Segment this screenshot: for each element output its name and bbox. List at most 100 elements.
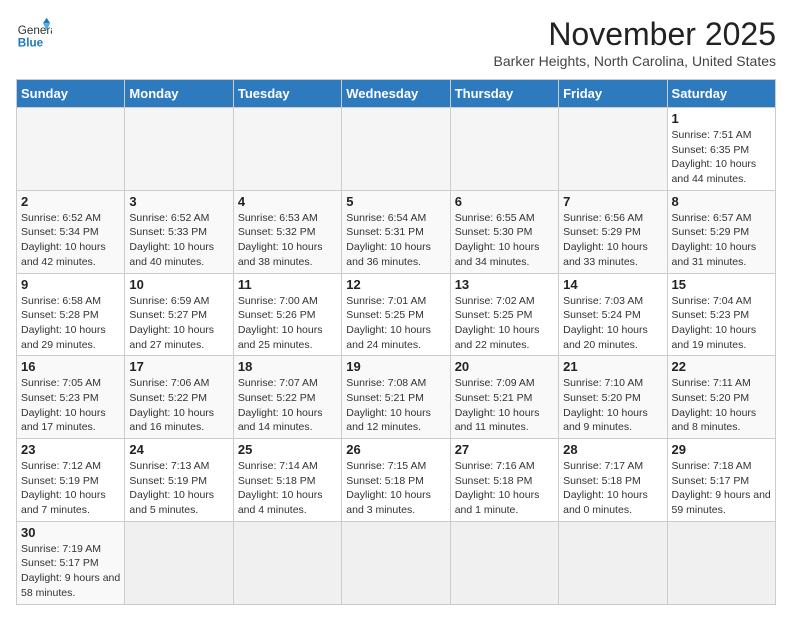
calendar-cell: 11Sunrise: 7:00 AM Sunset: 5:26 PM Dayli… [233, 273, 341, 356]
calendar-cell: 24Sunrise: 7:13 AM Sunset: 5:19 PM Dayli… [125, 439, 233, 522]
day-info: Sunrise: 6:59 AM Sunset: 5:27 PM Dayligh… [129, 294, 228, 353]
calendar-cell: 6 Sunrise: 6:55 AM Sunset: 5:30 PM Daylig… [450, 190, 558, 273]
generalblue-logo-icon: General Blue [16, 16, 52, 52]
calendar-cell: 5Sunrise: 6:54 AM Sunset: 5:31 PM Daylig… [342, 190, 450, 273]
day-number: 29 [672, 442, 771, 457]
calendar-cell: 3 Sunrise: 6:52 AM Sunset: 5:33 PM Daylig… [125, 190, 233, 273]
calendar-cell: 10 Sunrise: 6:59 AM Sunset: 5:27 PM Dayli… [125, 273, 233, 356]
day-info: Sunrise: 7:00 AM Sunset: 5:26 PM Dayligh… [238, 294, 337, 353]
day-info: Sunrise: 7:06 AM Sunset: 5:22 PM Dayligh… [129, 376, 228, 435]
logo: General Blue [16, 16, 52, 52]
day-info: Sunrise: 7:09 AM Sunset: 5:21 PM Dayligh… [455, 376, 554, 435]
calendar-cell: 19 Sunrise: 7:08 AM Sunset: 5:21 PM Dayli… [342, 356, 450, 439]
day-number: 20 [455, 359, 554, 374]
day-header-wednesday: Wednesday [342, 80, 450, 108]
calendar-cell [17, 108, 125, 191]
calendar-cell [450, 108, 558, 191]
day-number: 17 [129, 359, 228, 374]
day-number: 4 [238, 194, 337, 209]
day-number: 30 [21, 525, 120, 540]
calendar-cell: 9 Sunrise: 6:58 AM Sunset: 5:28 PM Daylig… [17, 273, 125, 356]
day-number: 27 [455, 442, 554, 457]
day-number: 28 [563, 442, 662, 457]
day-info: Sunrise: 7:51 AM Sunset: 6:35 PM Dayligh… [672, 128, 771, 187]
calendar-cell [125, 108, 233, 191]
calendar-cell [233, 521, 341, 604]
calendar-title-area: November 2025 Barker Heights, North Caro… [494, 16, 776, 69]
day-info: Sunrise: 7:12 AM Sunset: 5:19 PM Dayligh… [21, 459, 120, 518]
day-number: 6 [455, 194, 554, 209]
day-info: Sunrise: 7:18 AM Sunset: 5:17 PM Dayligh… [672, 459, 771, 518]
calendar-cell [342, 108, 450, 191]
calendar-cell: 18 Sunrise: 7:07 AM Sunset: 5:22 PM Dayli… [233, 356, 341, 439]
day-number: 1 [672, 111, 771, 126]
calendar-table: SundayMondayTuesdayWednesdayThursdayFrid… [16, 79, 776, 605]
day-info: Sunrise: 7:07 AM Sunset: 5:22 PM Dayligh… [238, 376, 337, 435]
calendar-week-row: 2 Sunrise: 6:52 AM Sunset: 5:34 PM Daylig… [17, 190, 776, 273]
day-number: 5 [346, 194, 445, 209]
day-info: Sunrise: 7:10 AM Sunset: 5:20 PM Dayligh… [563, 376, 662, 435]
day-info: Sunrise: 6:56 AM Sunset: 5:29 PM Dayligh… [563, 211, 662, 270]
day-info: Sunrise: 7:08 AM Sunset: 5:21 PM Dayligh… [346, 376, 445, 435]
day-info: Sunrise: 7:14 AM Sunset: 5:18 PM Dayligh… [238, 459, 337, 518]
day-number: 13 [455, 277, 554, 292]
day-info: Sunrise: 6:57 AM Sunset: 5:29 PM Dayligh… [672, 211, 771, 270]
day-info: Sunrise: 7:16 AM Sunset: 5:18 PM Dayligh… [455, 459, 554, 518]
calendar-cell: 26Sunrise: 7:15 AM Sunset: 5:18 PM Dayli… [342, 439, 450, 522]
day-number: 15 [672, 277, 771, 292]
calendar-cell [559, 108, 667, 191]
calendar-cell: 2 Sunrise: 6:52 AM Sunset: 5:34 PM Daylig… [17, 190, 125, 273]
calendar-cell: 14Sunrise: 7:03 AM Sunset: 5:24 PM Dayli… [559, 273, 667, 356]
day-info: Sunrise: 6:52 AM Sunset: 5:33 PM Dayligh… [129, 211, 228, 270]
calendar-cell: 17 Sunrise: 7:06 AM Sunset: 5:22 PM Dayli… [125, 356, 233, 439]
calendar-cell: 13Sunrise: 7:02 AM Sunset: 5:25 PM Dayli… [450, 273, 558, 356]
day-info: Sunrise: 7:19 AM Sunset: 5:17 PM Dayligh… [21, 542, 120, 601]
day-info: Sunrise: 7:01 AM Sunset: 5:25 PM Dayligh… [346, 294, 445, 353]
page-header: General Blue November 2025 Barker Height… [16, 16, 776, 69]
day-info: Sunrise: 7:17 AM Sunset: 5:18 PM Dayligh… [563, 459, 662, 518]
day-number: 18 [238, 359, 337, 374]
day-info: Sunrise: 6:55 AM Sunset: 5:30 PM Dayligh… [455, 211, 554, 270]
day-number: 16 [21, 359, 120, 374]
calendar-cell: 28 Sunrise: 7:17 AM Sunset: 5:18 PM Dayli… [559, 439, 667, 522]
calendar-cell: 29 Sunrise: 7:18 AM Sunset: 5:17 PM Dayli… [667, 439, 775, 522]
day-number: 25 [238, 442, 337, 457]
day-number: 12 [346, 277, 445, 292]
calendar-cell: 25 Sunrise: 7:14 AM Sunset: 5:18 PM Dayli… [233, 439, 341, 522]
calendar-cell [667, 521, 775, 604]
calendar-week-row: 1 Sunrise: 7:51 AM Sunset: 6:35 PM Daylig… [17, 108, 776, 191]
calendar-cell: 15Sunrise: 7:04 AM Sunset: 5:23 PM Dayli… [667, 273, 775, 356]
calendar-week-row: 9 Sunrise: 6:58 AM Sunset: 5:28 PM Daylig… [17, 273, 776, 356]
calendar-cell: 12 Sunrise: 7:01 AM Sunset: 5:25 PM Dayli… [342, 273, 450, 356]
day-info: Sunrise: 6:53 AM Sunset: 5:32 PM Dayligh… [238, 211, 337, 270]
day-number: 19 [346, 359, 445, 374]
calendar-cell: 7 Sunrise: 6:56 AM Sunset: 5:29 PM Daylig… [559, 190, 667, 273]
day-number: 10 [129, 277, 228, 292]
day-info: Sunrise: 7:03 AM Sunset: 5:24 PM Dayligh… [563, 294, 662, 353]
day-info: Sunrise: 7:11 AM Sunset: 5:20 PM Dayligh… [672, 376, 771, 435]
day-header-monday: Monday [125, 80, 233, 108]
month-title: November 2025 [494, 16, 776, 53]
calendar-cell [450, 521, 558, 604]
calendar-cell [233, 108, 341, 191]
day-number: 23 [21, 442, 120, 457]
calendar-cell: 8Sunrise: 6:57 AM Sunset: 5:29 PM Daylig… [667, 190, 775, 273]
calendar-cell: 21 Sunrise: 7:10 AM Sunset: 5:20 PM Dayli… [559, 356, 667, 439]
day-info: Sunrise: 6:58 AM Sunset: 5:28 PM Dayligh… [21, 294, 120, 353]
day-number: 7 [563, 194, 662, 209]
calendar-cell: 27 Sunrise: 7:16 AM Sunset: 5:18 PM Dayli… [450, 439, 558, 522]
day-header-thursday: Thursday [450, 80, 558, 108]
day-info: Sunrise: 7:15 AM Sunset: 5:18 PM Dayligh… [346, 459, 445, 518]
day-number: 21 [563, 359, 662, 374]
calendar-cell: 4 Sunrise: 6:53 AM Sunset: 5:32 PM Daylig… [233, 190, 341, 273]
days-header-row: SundayMondayTuesdayWednesdayThursdayFrid… [17, 80, 776, 108]
calendar-cell [559, 521, 667, 604]
day-number: 24 [129, 442, 228, 457]
day-number: 2 [21, 194, 120, 209]
day-info: Sunrise: 6:52 AM Sunset: 5:34 PM Dayligh… [21, 211, 120, 270]
calendar-cell: 16 Sunrise: 7:05 AM Sunset: 5:23 PM Dayli… [17, 356, 125, 439]
day-info: Sunrise: 7:05 AM Sunset: 5:23 PM Dayligh… [21, 376, 120, 435]
day-number: 9 [21, 277, 120, 292]
calendar-cell: 1 Sunrise: 7:51 AM Sunset: 6:35 PM Daylig… [667, 108, 775, 191]
day-number: 3 [129, 194, 228, 209]
